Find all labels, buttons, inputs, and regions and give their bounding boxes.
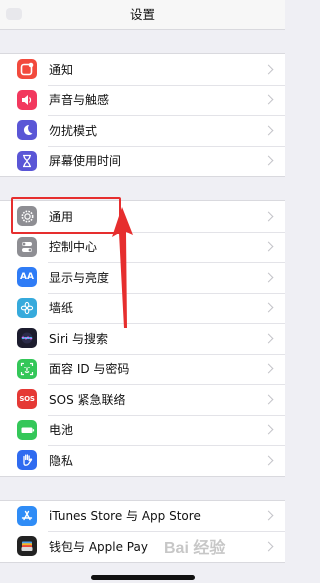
chevron-right-icon	[263, 363, 274, 374]
display-aa-icon: AA	[17, 267, 37, 288]
chevron-right-icon	[263, 211, 274, 222]
hourglass-icon	[17, 150, 37, 171]
row-label: 钱包与 Apple Pay	[49, 539, 148, 554]
moon-icon	[17, 120, 37, 141]
chevron-right-icon	[263, 394, 274, 405]
chevron-right-icon	[263, 125, 274, 136]
chevron-right-icon	[263, 94, 274, 105]
settings-group-2: 通用 控制中心 AA 显示与亮度 墙纸 Siri 与搜索 面容 ID 与密码 S…	[0, 200, 285, 477]
nav-bar: 设置	[0, 0, 285, 30]
settings-row-display[interactable]: AA 显示与亮度	[0, 262, 285, 293]
row-label: 墙纸	[49, 301, 74, 316]
row-label: 控制中心	[49, 240, 98, 255]
row-label: SOS 紧急联络	[49, 392, 126, 407]
settings-row-wallet[interactable]: 钱包与 Apple Pay	[0, 531, 285, 562]
chevron-right-icon	[263, 302, 274, 313]
row-label: 通用	[49, 209, 74, 224]
settings-row-face-id[interactable]: 面容 ID 与密码	[0, 353, 285, 385]
wallet-icon	[17, 536, 37, 557]
chevron-right-icon	[263, 155, 274, 166]
chevron-right-icon	[263, 272, 274, 283]
row-label: 声音与触感	[49, 93, 110, 108]
settings-row-wallpaper[interactable]: 墙纸	[0, 292, 285, 324]
home-indicator	[91, 575, 195, 580]
battery-icon	[17, 419, 37, 440]
sound-icon	[17, 89, 37, 110]
row-label: 通知	[49, 62, 74, 77]
row-label: iTunes Store 与 App Store	[49, 509, 201, 524]
settings-group-1: 通知 声音与触感 勿扰模式 屏幕使用时间	[0, 53, 285, 177]
settings-group-3: iTunes Store 与 App Store 钱包与 Apple Pay	[0, 499, 285, 563]
gear-icon	[17, 206, 37, 227]
siri-icon	[17, 328, 37, 349]
settings-row-sounds[interactable]: 声音与触感	[0, 84, 285, 116]
notification-icon	[17, 59, 37, 80]
page-title: 设置	[129, 7, 155, 22]
row-label: Siri 与搜索	[49, 331, 109, 346]
settings-row-app-store[interactable]: iTunes Store 与 App Store	[0, 501, 285, 532]
app-store-icon	[17, 505, 37, 526]
row-label: 勿扰模式	[49, 123, 98, 138]
settings-row-screen-time[interactable]: 屏幕使用时间	[0, 145, 285, 177]
chevron-right-icon	[263, 424, 274, 435]
settings-row-privacy[interactable]: 隐私	[0, 445, 285, 476]
chevron-right-icon	[263, 241, 274, 252]
settings-row-do-not-disturb[interactable]: 勿扰模式	[0, 115, 285, 146]
settings-row-battery[interactable]: 电池	[0, 414, 285, 446]
row-label: 屏幕使用时间	[49, 154, 122, 169]
settings-row-notifications[interactable]: 通知	[0, 54, 285, 85]
row-label: 隐私	[49, 453, 74, 468]
settings-row-siri[interactable]: Siri 与搜索	[0, 323, 285, 354]
chevron-right-icon	[263, 510, 274, 521]
chevron-right-icon	[263, 64, 274, 75]
row-label: 显示与亮度	[49, 270, 110, 285]
settings-row-general[interactable]: 通用	[0, 201, 285, 232]
chevron-right-icon	[263, 455, 274, 466]
settings-row-emergency-sos[interactable]: SOS SOS 紧急联络	[0, 384, 285, 415]
toggle-icon	[17, 236, 37, 257]
row-label: 面容 ID 与密码	[49, 362, 130, 377]
chevron-right-icon	[263, 541, 274, 552]
face-id-icon	[17, 358, 37, 379]
row-label: 电池	[49, 423, 74, 438]
settings-row-control-center[interactable]: 控制中心	[0, 231, 285, 263]
status-bar-blur	[6, 8, 22, 20]
wallpaper-flower-icon	[17, 297, 37, 318]
sos-icon: SOS	[17, 389, 37, 410]
chevron-right-icon	[263, 333, 274, 344]
hand-icon	[17, 450, 37, 471]
